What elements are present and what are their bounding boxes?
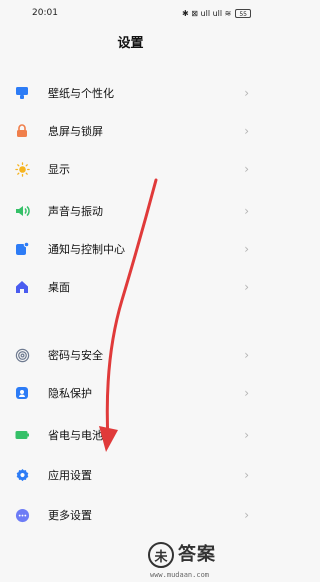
watermark-url: www.mudaan.com bbox=[150, 571, 210, 579]
watermark-text: 答案 bbox=[178, 544, 216, 565]
watermark-symbol: 未 bbox=[148, 542, 174, 568]
watermark-logo: 未 答案 www.mudaan.com bbox=[146, 538, 261, 582]
annotation-arrow bbox=[99, 178, 158, 452]
